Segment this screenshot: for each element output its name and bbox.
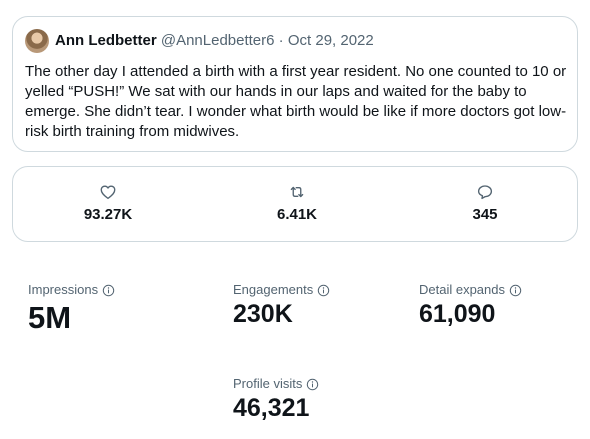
reply-count: 345 [472, 206, 498, 223]
engagements-value: 230K [233, 300, 293, 328]
engagements-label-row: Engagements [233, 282, 330, 298]
tweet-header: Ann Ledbetter @AnnLedbetter6 · Oct 29, 2… [55, 32, 374, 50]
info-icon[interactable] [317, 284, 330, 297]
profile-visits-stat: Profile visits 46,321 [233, 376, 319, 421]
reply-metric[interactable]: 345 [425, 183, 545, 224]
detail-expands-value: 61,090 [419, 300, 496, 328]
tweet-card[interactable]: Ann Ledbetter @AnnLedbetter6 · Oct 29, 2… [12, 16, 578, 152]
info-icon[interactable] [306, 378, 319, 391]
author-avatar[interactable] [25, 29, 49, 53]
detail-expands-stat: Detail expands 61,090 [419, 282, 522, 327]
profile-visits-value: 46,321 [233, 394, 310, 422]
retweet-icon [290, 186, 304, 198]
retweet-metric[interactable]: 6.41K [237, 183, 357, 224]
author-name[interactable]: Ann Ledbetter [55, 32, 157, 49]
impressions-stat: Impressions 5M [28, 282, 115, 333]
tweet-date[interactable]: Oct 29, 2022 [288, 32, 374, 49]
detail-expands-label-row: Detail expands [419, 282, 522, 298]
separator-dot: · [278, 32, 284, 49]
impressions-value: 5M [28, 300, 72, 335]
engagements-stat: Engagements 230K [233, 282, 330, 327]
reply-icon [477, 185, 493, 200]
info-icon[interactable] [102, 284, 115, 297]
detail-expands-label: Detail expands [419, 282, 505, 297]
engagements-label: Engagements [233, 282, 314, 297]
profile-visits-label-row: Profile visits [233, 376, 319, 392]
tweet-text: The other day I attended a birth with a … [25, 63, 567, 140]
like-metric[interactable]: 93.27K [48, 183, 168, 224]
profile-visits-label: Profile visits [233, 376, 303, 391]
like-count: 93.27K [83, 206, 133, 223]
engagement-bar: 93.27K 6.41K 345 [12, 166, 578, 242]
impressions-label: Impressions [28, 282, 99, 297]
info-icon[interactable] [509, 284, 522, 297]
retweet-count: 6.41K [276, 206, 318, 223]
author-handle[interactable]: @AnnLedbetter6 [161, 32, 275, 49]
heart-icon [100, 185, 116, 200]
impressions-label-row: Impressions [28, 282, 115, 298]
